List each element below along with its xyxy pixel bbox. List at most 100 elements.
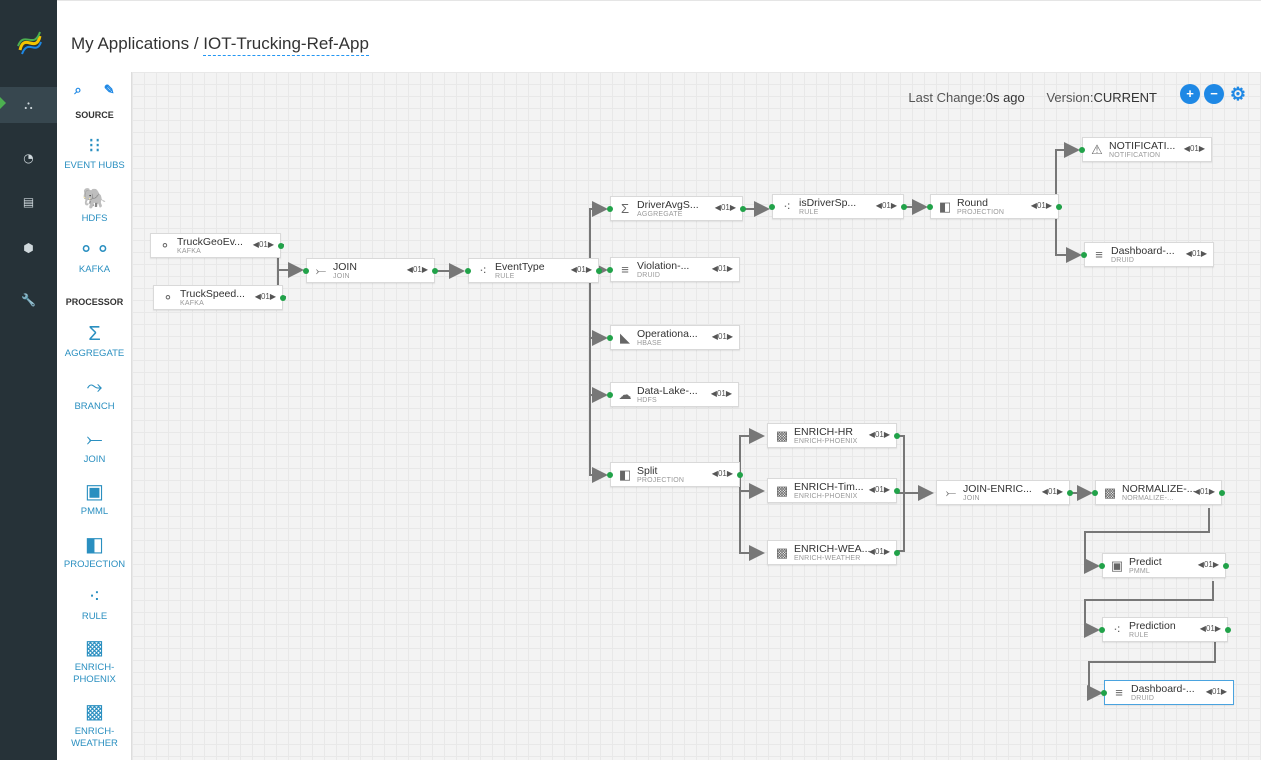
output-port[interactable] xyxy=(432,268,438,274)
parallelism[interactable]: ◀01▶ xyxy=(869,430,890,439)
tool-hdfs[interactable]: 🐘 HDFS xyxy=(57,185,131,225)
tool-branch[interactable]: ⤳ BRANCH xyxy=(57,373,131,413)
output-port[interactable] xyxy=(894,433,900,439)
parallelism[interactable]: ◀01▶ xyxy=(1194,487,1215,496)
output-port[interactable] xyxy=(901,204,907,210)
node-predict[interactable]: ▣ Predict PMML ◀01▶ xyxy=(1099,553,1229,578)
node-enrich-wea[interactable]: ▩ ENRICH-WEA... ENRICH-WEATHER ◀01▶ xyxy=(767,540,900,565)
breadcrumb-app-name[interactable]: IOT-Trucking-Ref-App xyxy=(203,34,369,56)
model-icon: ⬢ xyxy=(23,241,34,255)
output-port[interactable] xyxy=(596,268,602,274)
edit-icon[interactable]: ✎ xyxy=(104,82,115,98)
tool-join[interactable]: ⤚ JOIN xyxy=(57,426,131,466)
tool-aggregate[interactable]: Σ AGGREGATE xyxy=(57,320,131,360)
node-operational[interactable]: ◣ Operationa... HBASE ◀01▶ xyxy=(607,325,740,350)
topology-canvas[interactable] xyxy=(132,72,1261,760)
node-datalake[interactable]: ☁ Data-Lake-... HDFS ◀01▶ xyxy=(607,382,739,407)
node-title: Predict xyxy=(1129,556,1162,568)
parallelism[interactable]: ◀01▶ xyxy=(1200,624,1221,633)
parallelism[interactable]: ◀01▶ xyxy=(253,240,274,249)
parallelism[interactable]: ◀01▶ xyxy=(715,203,736,212)
parallelism[interactable]: ◀01▶ xyxy=(1031,201,1052,210)
node-notification[interactable]: ⚠ NOTIFICATI... NOTIFICATION ◀01▶ xyxy=(1079,137,1212,162)
node-round[interactable]: ◧ Round PROJECTION ◀01▶ xyxy=(927,194,1062,219)
output-port[interactable] xyxy=(894,550,900,556)
parallelism[interactable]: ◀01▶ xyxy=(1042,487,1063,496)
output-port[interactable] xyxy=(740,206,746,212)
node-isdriver[interactable]: ⁖ isDriverSp... RULE ◀01▶ xyxy=(769,194,907,219)
input-port[interactable] xyxy=(1099,563,1105,569)
node-join[interactable]: ⤚ JOIN JOIN ◀01▶ xyxy=(303,258,438,283)
output-port[interactable] xyxy=(1223,563,1229,569)
node-eventtype[interactable]: ⁖ EventType RULE ◀01▶ xyxy=(465,258,602,283)
node-normalize[interactable]: ▩ NORMALIZE-... NORMALIZE-... ◀01▶ xyxy=(1092,480,1225,505)
output-port[interactable] xyxy=(1219,490,1225,496)
node-truckspeed[interactable]: ⚬ TruckSpeed... KAFKA ◀01▶ xyxy=(153,285,286,310)
node-enrich-hr[interactable]: ▩ ENRICH-HR ENRICH-PHOENIX ◀01▶ xyxy=(767,423,900,448)
zoom-out-icon[interactable]: − xyxy=(1204,84,1224,104)
nav-model[interactable]: ⬢ xyxy=(0,230,57,266)
zoom-in-icon[interactable]: + xyxy=(1180,84,1200,104)
parallelism[interactable]: ◀01▶ xyxy=(1198,560,1219,569)
output-port[interactable] xyxy=(737,472,743,478)
input-port[interactable] xyxy=(607,392,613,398)
nav-config[interactable]: 🔧 xyxy=(0,282,57,318)
search-icon[interactable]: ⌕ xyxy=(74,82,81,98)
breadcrumb-root[interactable]: My Applications xyxy=(71,34,189,53)
node-split[interactable]: ◧ Split PROJECTION ◀01▶ xyxy=(607,462,743,487)
input-port[interactable] xyxy=(607,472,613,478)
tool-projection[interactable]: ◧ PROJECTION xyxy=(57,531,131,571)
node-truckgeo[interactable]: ⚬ TruckGeoEv... KAFKA ◀01▶ xyxy=(150,233,284,258)
input-port[interactable] xyxy=(1101,690,1107,696)
node-enrich-tim[interactable]: ▩ ENRICH-Tim... ENRICH-PHOENIX ◀01▶ xyxy=(767,478,900,503)
output-port[interactable] xyxy=(280,295,286,301)
tool-event-hubs[interactable]: ⁝⁝ EVENT HUBS xyxy=(57,132,131,172)
input-port[interactable] xyxy=(465,268,471,274)
aggregate-icon: Σ xyxy=(88,323,101,345)
parallelism[interactable]: ◀01▶ xyxy=(1206,687,1227,696)
output-port[interactable] xyxy=(278,243,284,249)
input-port[interactable] xyxy=(607,267,613,273)
tool-pmml[interactable]: ▣ PMML xyxy=(57,478,131,518)
nav-dashboard[interactable]: ◔ xyxy=(0,140,57,176)
node-join-enrich[interactable]: ⤚ JOIN-ENRIC... JOIN ◀01▶ xyxy=(936,480,1073,505)
input-port[interactable] xyxy=(607,206,613,212)
parallelism[interactable]: ◀01▶ xyxy=(712,332,733,341)
tool-enrich-phoenix[interactable]: ▩ ENRICH- PHOENIX xyxy=(57,634,131,686)
gear-icon[interactable]: ⚙ xyxy=(1228,84,1248,104)
parallelism[interactable]: ◀01▶ xyxy=(869,485,890,494)
node-dashboard-2[interactable]: ≡ Dashboard-... DRUID ◀01▶ xyxy=(1101,680,1234,705)
parallelism[interactable]: ◀01▶ xyxy=(571,265,592,274)
parallelism[interactable]: ◀01▶ xyxy=(869,547,890,556)
node-dashboard-1[interactable]: ≡ Dashboard-... DRUID ◀01▶ xyxy=(1081,242,1214,267)
nav-document[interactable]: ▤ xyxy=(0,184,57,220)
input-port[interactable] xyxy=(303,268,309,274)
parallelism[interactable]: ◀01▶ xyxy=(407,265,428,274)
input-port[interactable] xyxy=(607,335,613,341)
node-driveravg[interactable]: Σ DriverAvgS... AGGREGATE ◀01▶ xyxy=(607,196,746,221)
tool-kafka[interactable]: ⚬⚬ KAFKA xyxy=(57,236,131,276)
output-port[interactable] xyxy=(1056,204,1062,210)
app-logo[interactable] xyxy=(0,18,57,68)
tool-rule[interactable]: ⁖ RULE xyxy=(57,583,131,623)
input-port[interactable] xyxy=(1092,490,1098,496)
output-port[interactable] xyxy=(1225,627,1231,633)
input-port[interactable] xyxy=(1081,252,1087,258)
tool-enrich-weather[interactable]: ▩ ENRICH- WEATHER xyxy=(57,698,131,750)
input-port[interactable] xyxy=(1099,627,1105,633)
output-port[interactable] xyxy=(1067,490,1073,496)
parallelism[interactable]: ◀01▶ xyxy=(1184,144,1205,153)
input-port[interactable] xyxy=(1079,147,1085,153)
parallelism[interactable]: ◀01▶ xyxy=(712,264,733,273)
nav-topology[interactable]: ⛬ xyxy=(0,87,57,123)
parallelism[interactable]: ◀01▶ xyxy=(255,292,276,301)
parallelism[interactable]: ◀01▶ xyxy=(1186,249,1207,258)
input-port[interactable] xyxy=(769,204,775,210)
output-port[interactable] xyxy=(894,488,900,494)
input-port[interactable] xyxy=(927,204,933,210)
node-prediction[interactable]: ⁖ Prediction RULE ◀01▶ xyxy=(1099,617,1231,642)
node-violation[interactable]: ≡ Violation-... DRUID ◀01▶ xyxy=(607,257,740,282)
parallelism[interactable]: ◀01▶ xyxy=(711,389,732,398)
parallelism[interactable]: ◀01▶ xyxy=(876,201,897,210)
parallelism[interactable]: ◀01▶ xyxy=(712,469,733,478)
